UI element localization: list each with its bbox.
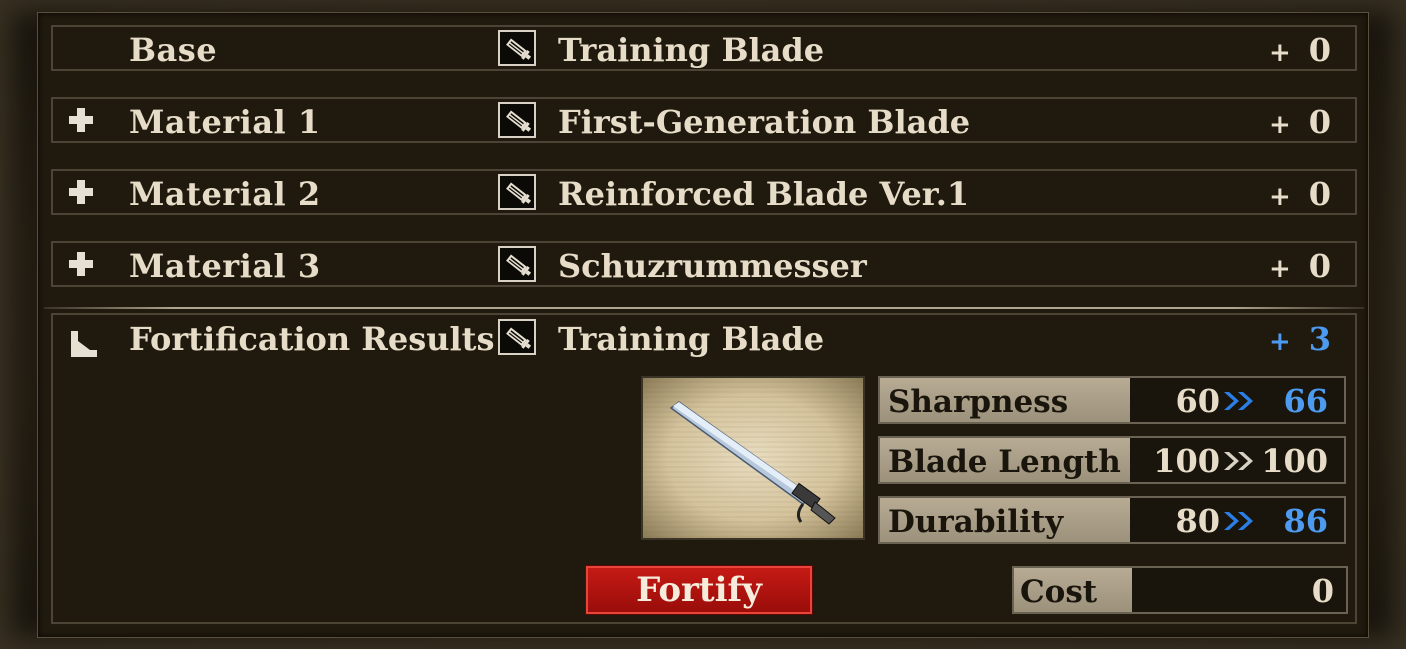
weapon-level: +0 — [1269, 175, 1331, 216]
fortification-results: Fortification Results Training Blade +3 … — [51, 313, 1357, 624]
cost-box: Cost 0 — [1012, 566, 1348, 614]
weapon-level: +0 — [1269, 247, 1331, 288]
stat-from: 60 — [1175, 382, 1220, 420]
fortify-button[interactable]: Fortify — [586, 566, 812, 614]
stat-to: 66 — [1283, 382, 1328, 420]
stat-durability: Durability 80 86 — [878, 496, 1346, 544]
weapon-level: +0 — [1269, 103, 1331, 144]
stat-sharpness: Sharpness 60 66 — [878, 376, 1346, 424]
results-label: Fortification Results — [129, 320, 495, 358]
material-1-row[interactable]: Material 1 First-Generation Blade +0 — [51, 97, 1357, 143]
weapon-name: Schuzrummesser — [558, 247, 867, 285]
stat-label: Blade Length — [880, 438, 1130, 482]
stat-blade-length: Blade Length 100 100 — [878, 436, 1346, 484]
double-chevron-icon — [1224, 512, 1253, 530]
result-weapon-name: Training Blade — [558, 320, 825, 358]
material-3-row[interactable]: Material 3 Schuzrummesser +0 — [51, 241, 1357, 287]
row-label: Base — [129, 31, 218, 69]
base-row[interactable]: Base Training Blade +0 — [51, 25, 1357, 71]
blade-icon — [498, 246, 536, 282]
sword-illustration — [669, 401, 836, 525]
stat-from: 80 — [1175, 502, 1220, 540]
plus-sign: + — [1268, 254, 1291, 284]
weapon-preview-image — [641, 376, 865, 540]
cost-value: 0 — [1311, 572, 1334, 610]
stat-label: Durability — [880, 498, 1130, 542]
blade-icon — [498, 102, 536, 138]
weapon-name: Training Blade — [558, 31, 825, 69]
plus-icon — [69, 180, 93, 204]
blade-icon — [498, 174, 536, 210]
row-label: Material 1 — [129, 103, 321, 141]
plus-sign: + — [1268, 327, 1291, 357]
blade-icon — [498, 319, 536, 355]
material-2-row[interactable]: Material 2 Reinforced Blade Ver.1 +0 — [51, 169, 1357, 215]
stat-label: Sharpness — [880, 378, 1130, 422]
blade-icon — [498, 30, 536, 66]
cost-label: Cost — [1014, 568, 1132, 612]
plus-sign: + — [1268, 38, 1291, 68]
level-value: 0 — [1308, 247, 1331, 285]
level-value: 3 — [1308, 320, 1331, 358]
result-level: +3 — [1269, 320, 1331, 361]
weapon-name: Reinforced Blade Ver.1 — [558, 175, 970, 213]
level-value: 0 — [1308, 31, 1331, 69]
level-value: 0 — [1308, 175, 1331, 213]
weapon-name: First-Generation Blade — [558, 103, 971, 141]
corner-arrow-icon — [71, 331, 97, 357]
level-value: 0 — [1308, 103, 1331, 141]
double-chevron-icon — [1224, 392, 1253, 410]
plus-sign: + — [1268, 110, 1291, 140]
weapon-level: +0 — [1269, 31, 1331, 72]
stat-to: 86 — [1283, 502, 1328, 540]
double-chevron-icon — [1224, 452, 1253, 470]
section-divider — [44, 307, 1364, 309]
row-label: Material 3 — [129, 247, 321, 285]
stat-to: 100 — [1261, 442, 1328, 480]
stat-from: 100 — [1153, 442, 1220, 480]
plus-icon — [69, 108, 93, 132]
row-label: Material 2 — [129, 175, 321, 213]
plus-icon — [69, 252, 93, 276]
plus-sign: + — [1268, 182, 1291, 212]
